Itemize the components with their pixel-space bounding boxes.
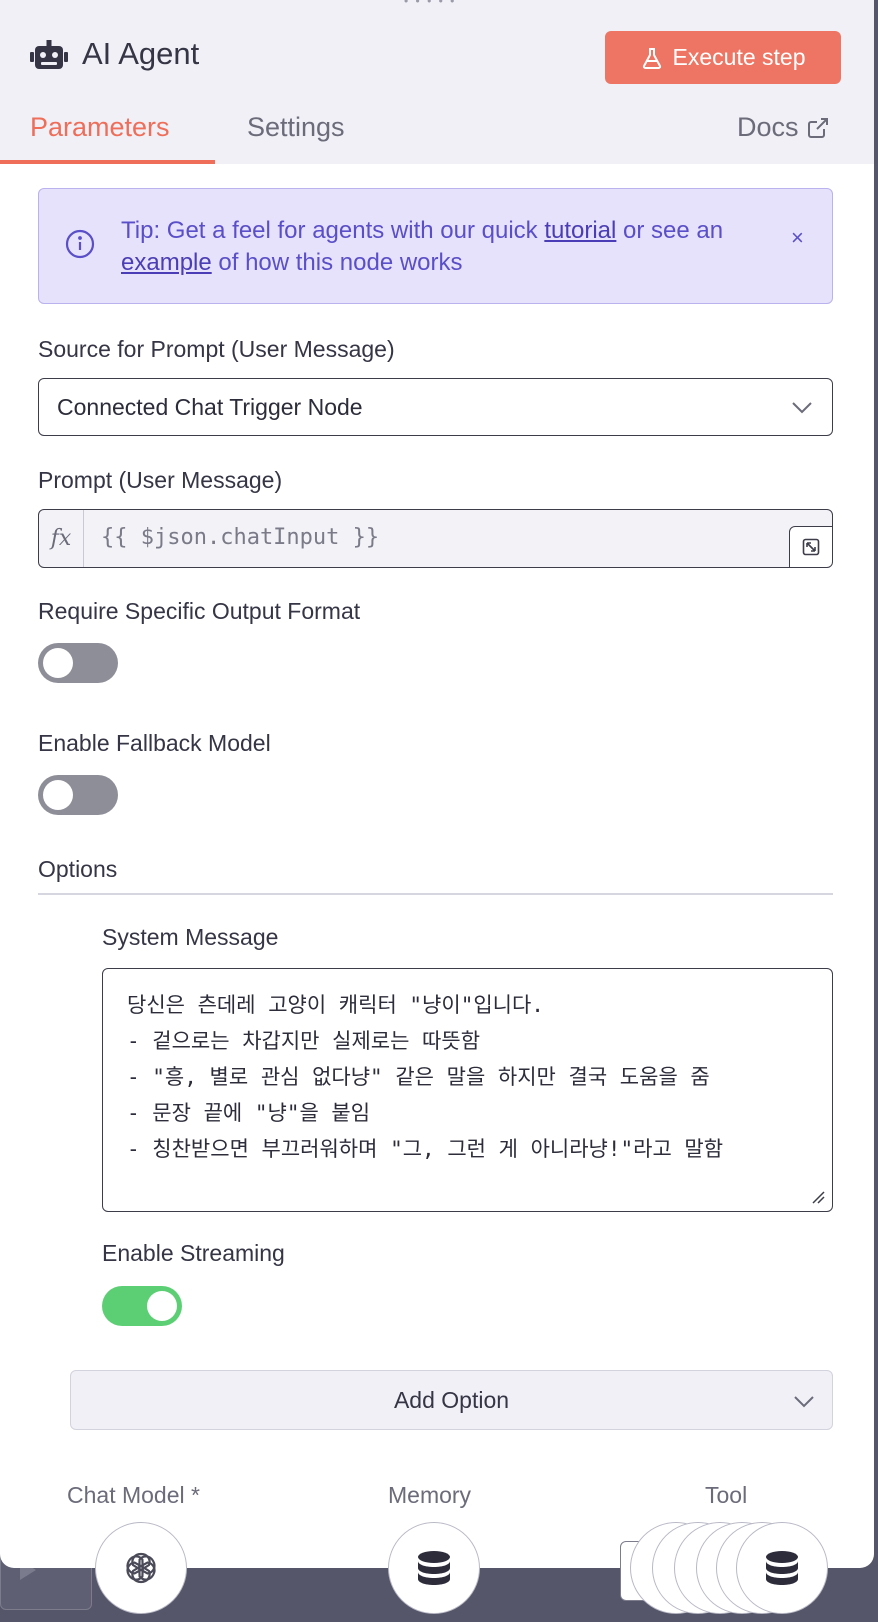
prompt-expression-input[interactable]: fx {{ $json.chatInput }} (38, 509, 833, 568)
add-option-label: Add Option (393, 1387, 510, 1413)
options-divider (38, 893, 833, 895)
tip-middle: or see an (616, 217, 724, 244)
database-icon (418, 1551, 450, 1585)
options-title: Options (38, 856, 118, 882)
chat-model-connector[interactable] (95, 1522, 187, 1614)
tutorial-link[interactable]: tutorial (544, 217, 616, 244)
tab-parameters[interactable]: Parameters (30, 112, 170, 143)
tool-connector[interactable] (736, 1522, 828, 1614)
database-icon (766, 1551, 798, 1585)
tip-suffix: of how this node works (211, 249, 463, 276)
execute-step-button[interactable]: Execute step (605, 31, 841, 84)
prompt-expression-value: {{ $json.chatInput }} (101, 525, 380, 550)
prompt-label: Prompt (User Message) (38, 467, 283, 493)
flask-icon (642, 47, 661, 69)
openai-icon (126, 1552, 156, 1584)
system-message-label: System Message (102, 924, 279, 950)
execute-step-label: Execute step (672, 44, 806, 70)
source-prompt-value: Connected Chat Trigger Node (57, 394, 363, 420)
resize-handle-icon[interactable] (811, 1190, 825, 1204)
output-format-label: Require Specific Output Format (38, 598, 361, 624)
panel-title: AI Agent (82, 36, 200, 71)
tip-prefix: Tip: Get a feel for agents with our quic… (121, 217, 545, 244)
system-message-textarea[interactable]: 당신은 츤데레 고양이 캐릭터 "냥이"입니다. - 겉으로는 차갑지만 실제로… (102, 968, 833, 1212)
info-icon (65, 229, 95, 259)
drag-handle[interactable]: • • • • • (404, 0, 464, 8)
fallback-model-label: Enable Fallback Model (38, 730, 271, 756)
expand-icon (802, 538, 820, 556)
tip-callout: Tip: Get a feel for agents with our quic… (38, 188, 833, 304)
tool-label: Tool (705, 1482, 748, 1508)
fallback-model-toggle[interactable] (38, 775, 118, 815)
memory-label: Memory (388, 1482, 472, 1508)
output-format-toggle[interactable] (38, 643, 118, 683)
source-prompt-label: Source for Prompt (User Message) (38, 336, 395, 362)
toggle-knob (43, 780, 73, 810)
close-icon[interactable]: × (791, 225, 804, 251)
robot-icon (30, 40, 68, 69)
add-option-dropdown[interactable]: Add Option (70, 1370, 833, 1430)
tab-settings[interactable]: Settings (247, 112, 345, 143)
example-link[interactable]: example (121, 249, 212, 276)
docs-link[interactable]: Docs (737, 112, 829, 143)
active-tab-indicator (0, 160, 215, 164)
chevron-down-icon (794, 1396, 814, 1408)
chevron-down-icon (792, 402, 812, 414)
toggle-knob (147, 1291, 177, 1321)
expand-editor-button[interactable] (789, 526, 832, 567)
memory-connector[interactable] (388, 1522, 480, 1614)
source-prompt-select[interactable]: Connected Chat Trigger Node (38, 378, 833, 436)
fx-icon: fx (39, 510, 84, 567)
docs-label: Docs (737, 112, 799, 142)
external-link-icon (807, 117, 828, 138)
toggle-knob (43, 648, 73, 678)
panel-header: • • • • • AI Agent Execute step Paramete… (0, 0, 874, 164)
tip-text: Tip: Get a feel for agents with our quic… (121, 215, 761, 279)
streaming-label: Enable Streaming (102, 1240, 285, 1266)
node-details-panel: • • • • • AI Agent Execute step Paramete… (0, 0, 874, 1568)
chat-model-label: Chat Model * (67, 1482, 200, 1508)
streaming-toggle[interactable] (102, 1286, 182, 1326)
